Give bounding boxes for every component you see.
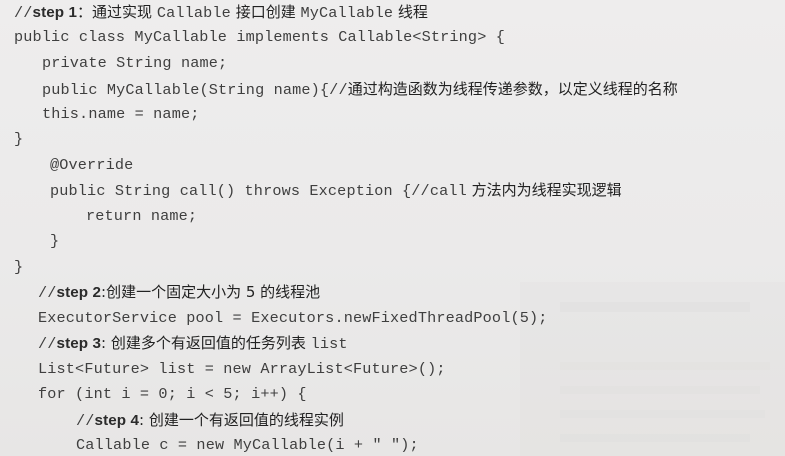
step-label: step 4 [94, 412, 140, 429]
code-line-12: //step 2:创建一个固定大小为 5 的线程池 [38, 282, 320, 303]
code-text: public MyCallable(String name){// [42, 81, 348, 99]
code-line-14: //step 3: 创建多个有返回值的任务列表 list [38, 333, 348, 354]
code-text: list [310, 335, 348, 353]
comment-text: :创建一个固定大小为 5 的线程池 [101, 283, 321, 301]
code-text: } [14, 130, 24, 148]
watermark-graphic [520, 282, 785, 456]
code-line-9: return name; [86, 206, 197, 226]
code-text: MyCallable [300, 4, 394, 22]
step-label: step 1 [32, 4, 78, 21]
comment-text: 通过构造函数为线程传递参数，以定义线程的名称 [347, 80, 678, 98]
code-text: ExecutorService pool = Executors.newFixe… [38, 309, 548, 327]
code-text: public String call() throws Exception {/… [50, 182, 467, 200]
code-line-6: } [14, 129, 23, 149]
step-label: step 2 [56, 284, 102, 301]
code-line-17: //step 4: 创建一个有返回值的线程实例 [76, 410, 344, 431]
comment-text: : 创建一个有返回值的线程实例 [139, 411, 344, 429]
code-text: this.name = name; [42, 105, 200, 123]
comment-text: 线程 [393, 3, 428, 21]
comment-text: 方法内为线程实现逻辑 [466, 181, 622, 199]
code-text: @Override [50, 156, 134, 174]
code-line-1: //step 1：通过实现 Callable 接口创建 MyCallable 线… [14, 2, 428, 23]
code-line-2: public class MyCallable implements Calla… [14, 27, 505, 47]
code-text: // [38, 284, 57, 302]
code-text: public class MyCallable implements Calla… [14, 28, 505, 46]
book-page: //step 1：通过实现 Callable 接口创建 MyCallable 线… [0, 0, 785, 456]
comment-text: : 创建多个有返回值的任务列表 [101, 334, 311, 352]
code-line-11: } [14, 257, 23, 277]
code-line-8: public String call() throws Exception {/… [50, 180, 622, 201]
code-text: } [14, 258, 24, 276]
code-text: Callable [156, 4, 231, 22]
code-line-18: Callable c = new MyCallable(i + " "); [76, 435, 419, 455]
code-line-4: public MyCallable(String name){//通过构造函数为… [42, 79, 678, 100]
code-line-16: for (int i = 0; i < 5; i++) { [38, 384, 307, 404]
code-text: return name; [86, 207, 198, 225]
comment-text: 接口创建 [230, 3, 301, 21]
code-text: // [14, 4, 33, 22]
code-line-10: } [50, 231, 59, 251]
code-text: } [50, 232, 60, 250]
code-text: // [38, 335, 57, 353]
code-line-13: ExecutorService pool = Executors.newFixe… [38, 308, 548, 328]
code-text: List<Future> list = new ArrayList<Future… [38, 360, 446, 378]
code-text: // [76, 412, 95, 430]
code-line-7: @Override [50, 155, 133, 175]
code-line-3: private String name; [42, 53, 227, 73]
code-text: private String name; [42, 54, 228, 72]
step-label: step 3 [56, 335, 102, 352]
code-line-5: this.name = name; [42, 104, 200, 124]
code-line-15: List<Future> list = new ArrayList<Future… [38, 359, 446, 379]
code-text: for (int i = 0; i < 5; i++) { [38, 385, 307, 403]
code-text: Callable c = new MyCallable(i + " "); [76, 436, 419, 454]
comment-text: ：通过实现 [77, 3, 157, 21]
